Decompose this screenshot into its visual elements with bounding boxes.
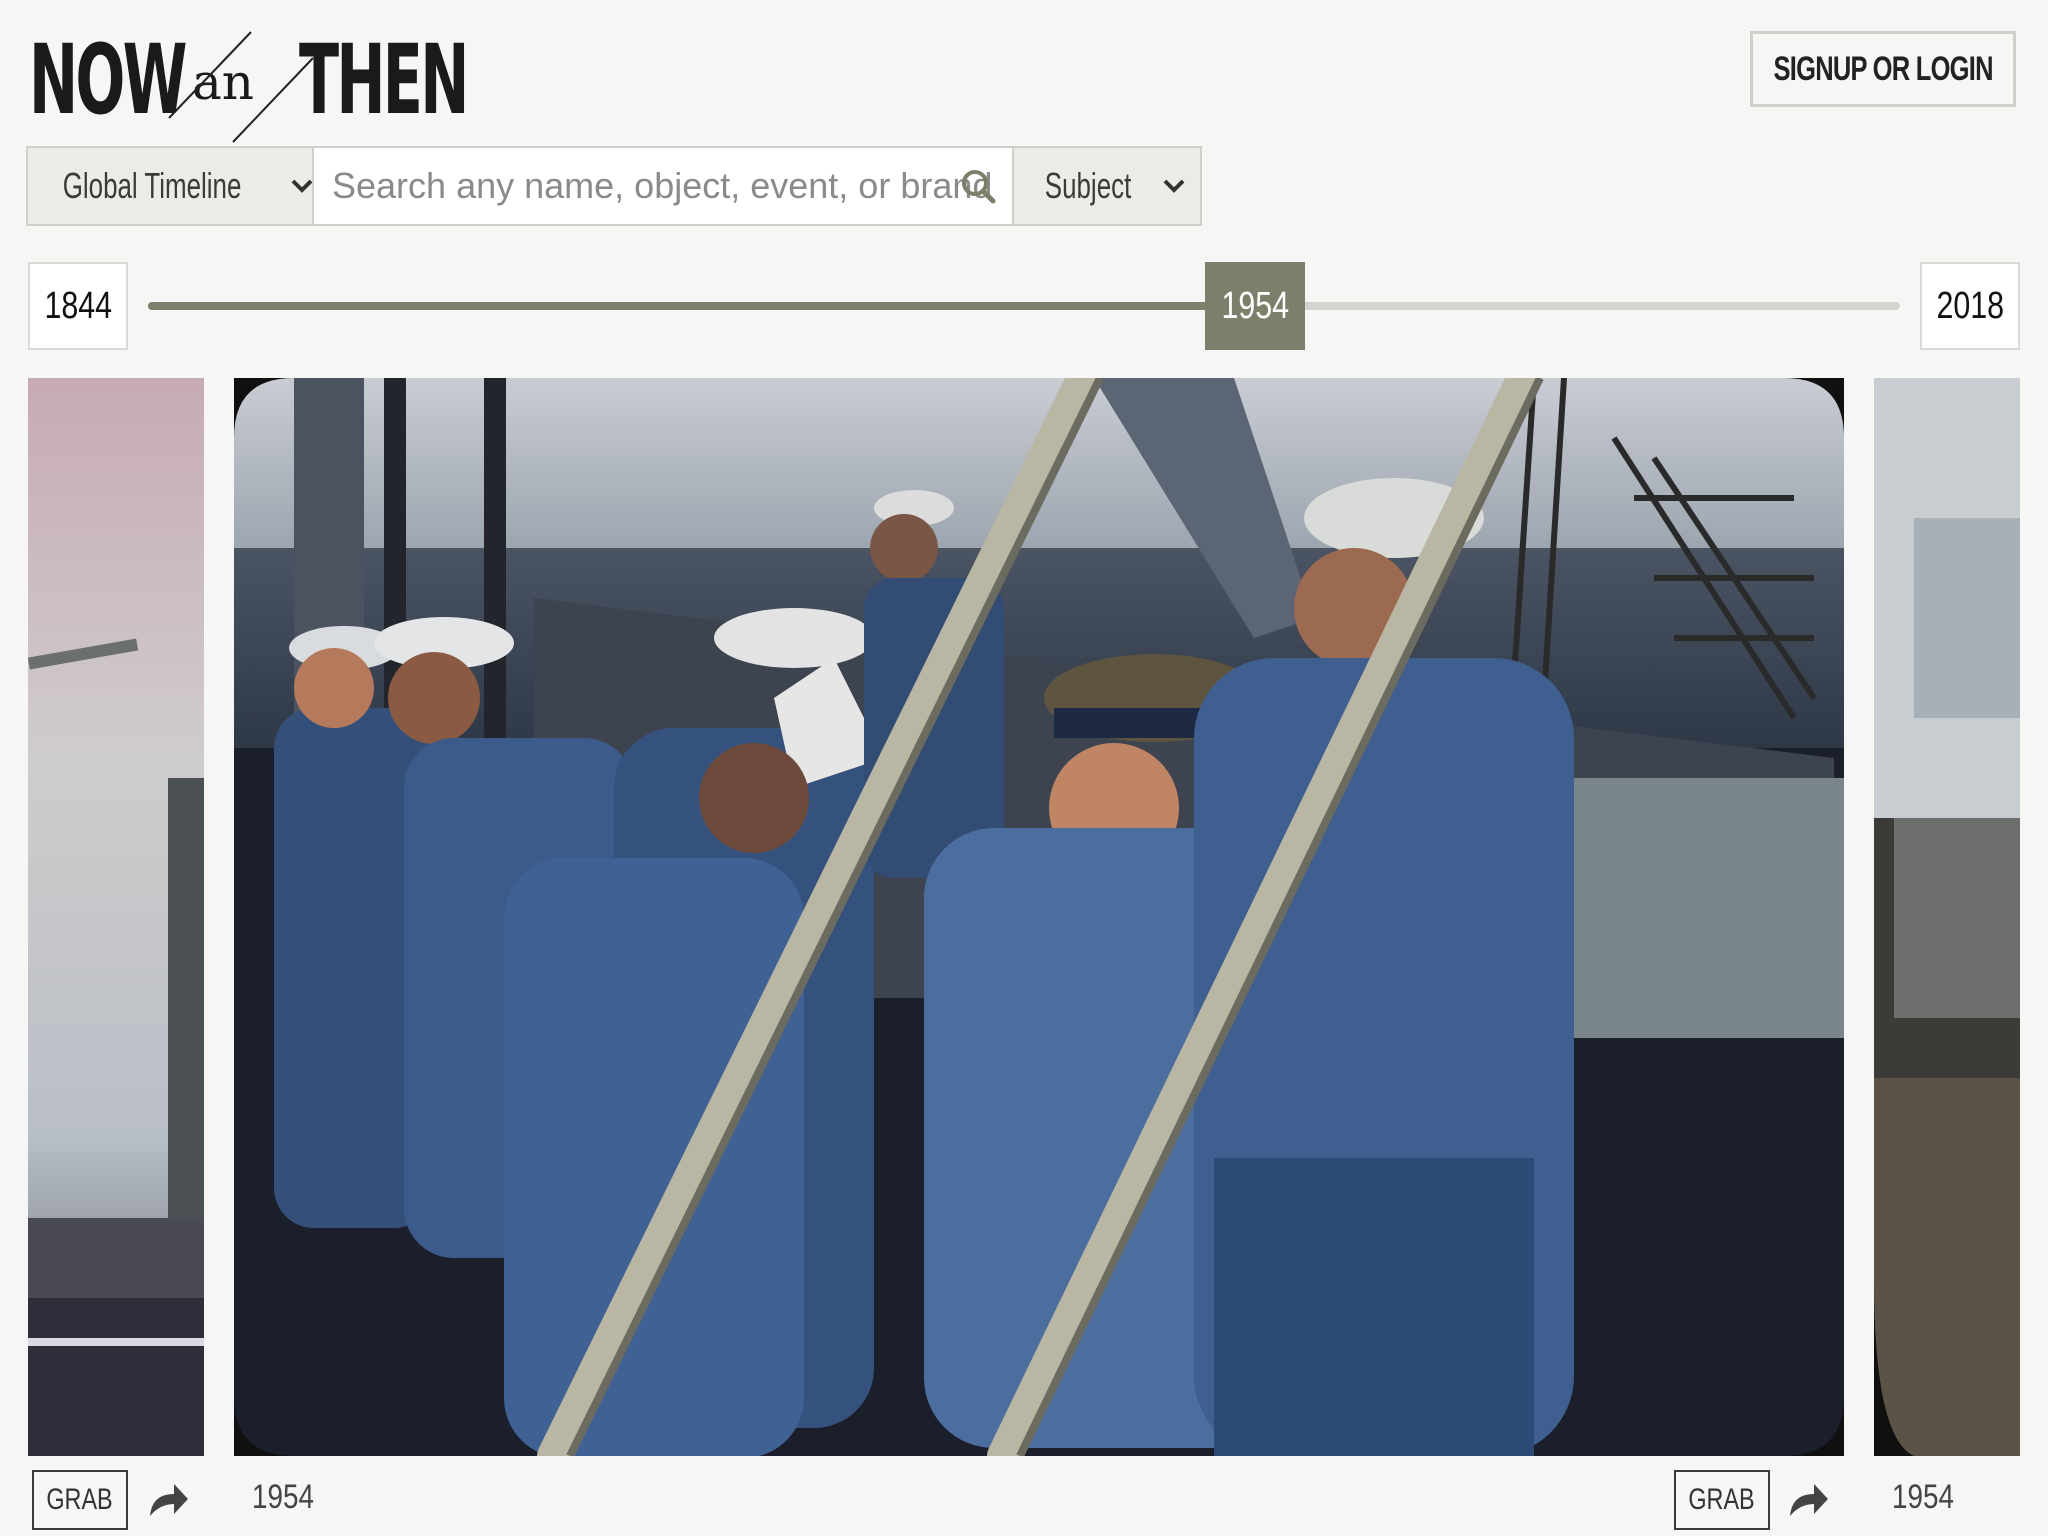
grab-label: GRAB bbox=[1688, 1483, 1756, 1516]
photo-next[interactable] bbox=[1874, 378, 2020, 1456]
global-timeline-dropdown[interactable]: Global Timeline bbox=[28, 148, 314, 224]
previous-photo-image bbox=[28, 378, 204, 1456]
subject-dropdown[interactable]: Subject bbox=[1012, 148, 1200, 224]
timeline-start-year[interactable]: 1844 bbox=[28, 262, 128, 350]
end-year-label: 2018 bbox=[1936, 284, 2004, 327]
search-icon[interactable] bbox=[960, 168, 996, 204]
photo-previous[interactable] bbox=[28, 378, 204, 1456]
search-field bbox=[314, 147, 1012, 225]
timeline-track-fill bbox=[148, 302, 1256, 310]
main-photo-year: 1954 bbox=[252, 1478, 315, 1516]
timeline-end-year[interactable]: 2018 bbox=[1920, 262, 2020, 350]
next-photo-image bbox=[1874, 378, 2020, 1456]
timeline-track[interactable] bbox=[148, 302, 1900, 310]
start-year-label: 1844 bbox=[44, 284, 112, 327]
next-photo-year: 1954 bbox=[1892, 1478, 1955, 1516]
current-year-label: 1954 bbox=[1221, 284, 1290, 327]
timeline-slider-handle[interactable]: 1954 bbox=[1205, 262, 1306, 350]
chevron-down-icon bbox=[1163, 179, 1185, 193]
global-timeline-label: Global Timeline bbox=[62, 165, 242, 206]
search-bar: Global Timeline Subject bbox=[26, 146, 1202, 226]
signup-login-button[interactable]: SIGNUP OR LOGIN bbox=[1750, 31, 2016, 107]
grab-button-previous[interactable]: GRAB bbox=[32, 1470, 128, 1530]
subject-label: Subject bbox=[1044, 165, 1132, 206]
share-icon[interactable] bbox=[1786, 1480, 1830, 1520]
grab-button-main[interactable]: GRAB bbox=[1674, 1470, 1770, 1530]
logo-slash-icon bbox=[168, 31, 314, 143]
site-logo[interactable]: NOW an THEN bbox=[29, 30, 469, 143]
share-icon[interactable] bbox=[146, 1480, 190, 1520]
main-photo-image bbox=[234, 378, 1844, 1456]
grab-label: GRAB bbox=[46, 1483, 114, 1516]
photo-main[interactable] bbox=[234, 378, 1844, 1456]
search-input[interactable] bbox=[314, 147, 1012, 225]
signup-login-label: SIGNUP OR LOGIN bbox=[1773, 49, 1993, 88]
chevron-down-icon bbox=[291, 179, 312, 193]
